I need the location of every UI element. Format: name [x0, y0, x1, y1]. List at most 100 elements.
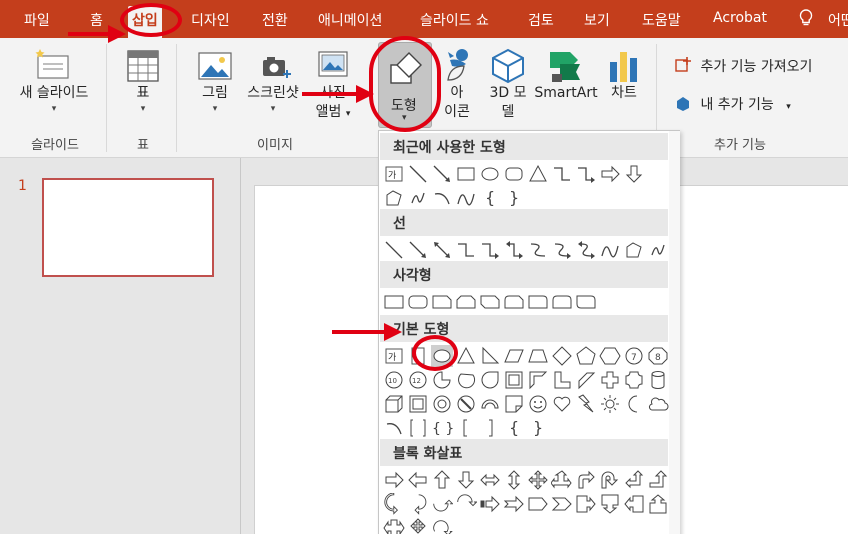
double-arrow-line-shape[interactable] [431, 239, 453, 261]
line-arrow-shape[interactable] [407, 239, 429, 261]
left-right-arrow-callout-shape[interactable] [383, 517, 405, 534]
curved-left-arrow-shape[interactable] [407, 493, 429, 515]
tab-insert[interactable]: 삽입 [128, 6, 162, 40]
scribble-shape[interactable] [647, 239, 669, 261]
line-shape[interactable] [407, 163, 429, 185]
pie-shape[interactable] [431, 369, 453, 391]
right-arrow-callout-shape[interactable] [575, 493, 597, 515]
slide-thumbnail[interactable] [42, 178, 214, 277]
parallelogram-shape[interactable] [503, 345, 525, 367]
bevel-shape[interactable] [407, 393, 429, 415]
smiley-face-shape[interactable] [527, 393, 549, 415]
curved-double-arrow-connector-shape[interactable] [575, 239, 597, 261]
tab-view[interactable]: 보기 [584, 10, 610, 30]
half-frame-shape[interactable] [527, 369, 549, 391]
elbow-connector-shape[interactable] [455, 239, 477, 261]
textbox-shape[interactable]: 가 [383, 345, 405, 367]
octagon-shape[interactable]: 8 [647, 345, 669, 367]
tab-file[interactable]: 파일 [24, 10, 50, 30]
rectangle-shape[interactable] [383, 291, 405, 313]
right-triangle-shape[interactable] [479, 345, 501, 367]
right-bracket-shape[interactable] [479, 417, 501, 439]
decagon-shape[interactable]: 10 [383, 369, 405, 391]
pentagon-shape[interactable] [575, 345, 597, 367]
snip-same-side-rect-shape[interactable] [455, 291, 477, 313]
heptagon-shape[interactable]: 7 [623, 345, 645, 367]
tab-transitions[interactable]: 전환 [262, 10, 288, 30]
plus-shape[interactable] [599, 369, 621, 391]
curved-down-arrow-shape[interactable] [455, 493, 477, 515]
left-brace-shape[interactable]: { [479, 187, 501, 209]
round-same-side-rect-shape[interactable] [551, 291, 573, 313]
down-arrow-shape[interactable] [455, 469, 477, 491]
left-up-arrow-shape[interactable] [623, 469, 645, 491]
trapezoid-shape[interactable] [527, 345, 549, 367]
screenshot-button[interactable]: 스크린샷 ▾ [242, 48, 304, 115]
gallery-scrollbar[interactable] [669, 131, 680, 534]
curve-shape[interactable] [455, 187, 477, 209]
bent-up-arrow-shape[interactable] [647, 469, 669, 491]
dodecagon-shape[interactable]: 12 [407, 369, 429, 391]
no-symbol-shape[interactable] [455, 393, 477, 415]
left-arrow-callout-shape[interactable] [623, 493, 645, 515]
freeform-shape[interactable] [623, 239, 645, 261]
line-arrow-shape[interactable] [431, 163, 453, 185]
tab-review[interactable]: 검토 [528, 10, 554, 30]
triangle-shape[interactable] [527, 163, 549, 185]
tab-home[interactable]: 홈 [90, 10, 103, 30]
round-diagonal-rect-shape[interactable] [575, 291, 597, 313]
elbow-arrow-connector-shape[interactable] [479, 239, 501, 261]
down-arrow-callout-shape[interactable] [599, 493, 621, 515]
vertical-textbox-shape[interactable] [407, 345, 429, 367]
plaque-shape[interactable] [623, 369, 645, 391]
triangle-shape[interactable] [455, 345, 477, 367]
down-arrow-shape[interactable] [623, 163, 645, 185]
diamond-shape[interactable] [551, 345, 573, 367]
rounded-rect-shape[interactable] [503, 163, 525, 185]
double-bracket-shape[interactable] [407, 417, 429, 439]
photo-album-button[interactable]: 사진 앨범 ▾ [310, 48, 356, 124]
table-button[interactable]: 표 ▾ [120, 48, 166, 115]
pane-splitter[interactable] [240, 158, 241, 534]
donut-shape[interactable] [431, 393, 453, 415]
up-down-arrow-shape[interactable] [503, 469, 525, 491]
my-addins-button[interactable]: 내 추가 기능 ▾ [674, 94, 791, 114]
left-arrow-shape[interactable] [407, 469, 429, 491]
diagonal-stripe-shape[interactable] [575, 369, 597, 391]
icons-button[interactable]: 아 이콘 [440, 46, 474, 122]
rectangle-shape[interactable] [455, 163, 477, 185]
rounded-rect-shape[interactable] [407, 291, 429, 313]
oval-shape[interactable] [479, 163, 501, 185]
frame-shape[interactable] [503, 369, 525, 391]
quad-arrow-shape[interactable] [527, 469, 549, 491]
left-right-arrow-shape[interactable] [479, 469, 501, 491]
left-right-up-arrow-shape[interactable] [551, 469, 573, 491]
curved-up-arrow-shape[interactable] [431, 493, 453, 515]
tab-acrobat[interactable]: Acrobat [713, 10, 767, 26]
pictures-button[interactable]: 그림 ▾ [192, 48, 238, 115]
tab-help[interactable]: 도움말 [642, 10, 681, 30]
right-brace-shape[interactable]: } [503, 187, 525, 209]
heart-shape[interactable] [551, 393, 573, 415]
l-shape[interactable] [551, 369, 573, 391]
tell-me-search[interactable]: 어떤 [828, 10, 848, 30]
lightbulb-icon[interactable] [799, 9, 813, 27]
textbox-shape[interactable]: 가 [383, 163, 405, 185]
hexagon-shape[interactable] [599, 345, 621, 367]
curved-connector-shape[interactable] [527, 239, 549, 261]
moon-shape[interactable] [623, 393, 645, 415]
quad-arrow-callout-shape[interactable] [407, 517, 429, 534]
pentagon-arrow-shape[interactable] [527, 493, 549, 515]
notched-right-arrow-shape[interactable] [503, 493, 525, 515]
snip-diagonal-rect-shape[interactable] [479, 291, 501, 313]
elbow-arrow-connector-shape[interactable] [575, 163, 597, 185]
get-addins-button[interactable]: 추가 기능 가져오기 [674, 56, 812, 76]
arc-shape[interactable] [383, 417, 405, 439]
left-brace-shape[interactable]: { [503, 417, 525, 439]
tab-design[interactable]: 디자인 [191, 10, 230, 30]
new-slide-button[interactable]: 새 슬라이드 ▾ [12, 44, 96, 115]
smartart-button[interactable]: SmartArt [534, 48, 598, 103]
elbow-connector-shape[interactable] [551, 163, 573, 185]
snip-round-rect-shape[interactable] [503, 291, 525, 313]
folded-corner-shape[interactable] [503, 393, 525, 415]
